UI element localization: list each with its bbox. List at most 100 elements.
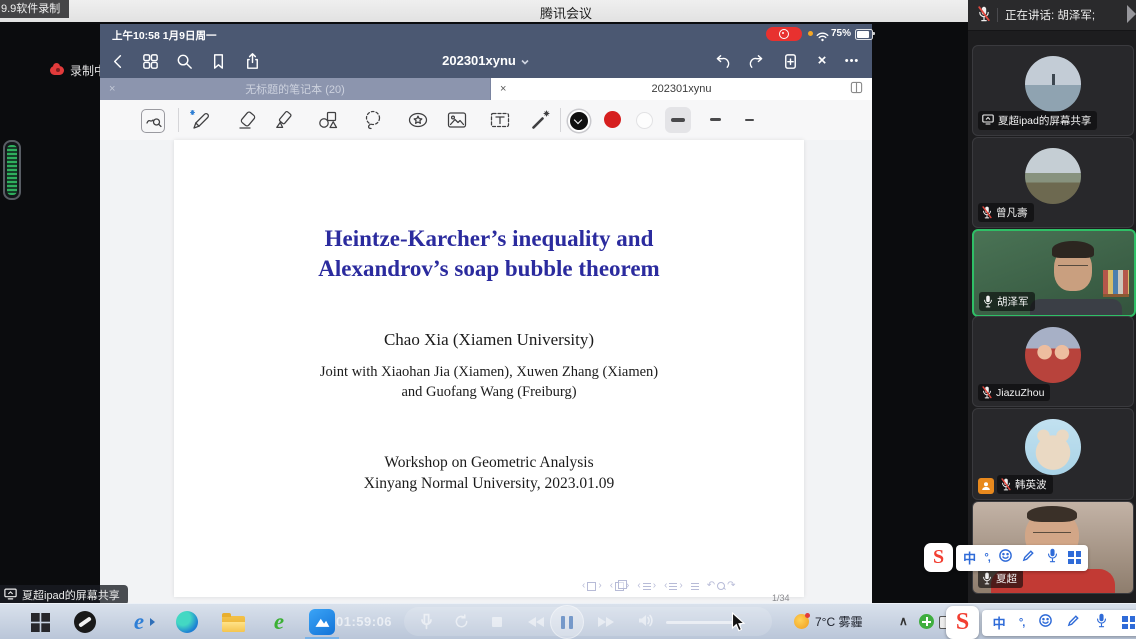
meeting-main-stage: 录制中 上午10:58 1月9日周一 75%	[0, 22, 968, 603]
weather-widget[interactable]: 7°C 雾霾	[794, 613, 862, 630]
taskbar-app-meeting-icon[interactable]	[309, 609, 335, 635]
color-swatch-black[interactable]	[568, 110, 590, 132]
recorder-volume-slider[interactable]	[666, 621, 738, 624]
eraser-tool-icon[interactable]	[236, 109, 258, 131]
participant-tile[interactable]: 韩英波	[972, 408, 1134, 500]
redo-icon[interactable]	[746, 51, 766, 71]
ime-floating-bar: S 中 °,	[924, 543, 1088, 572]
ime-language-toggle[interactable]: 中	[993, 613, 1006, 632]
close-icon[interactable]: ×	[812, 51, 832, 71]
ime-voice-icon[interactable]	[1094, 613, 1109, 633]
recording-timer: 01:59:06	[336, 614, 392, 629]
recorder-watermark: 9.9软件录制	[0, 0, 69, 18]
undo-icon[interactable]	[712, 51, 732, 71]
taskbar-app-explorer-icon[interactable]	[220, 609, 246, 635]
color-swatch-white[interactable]	[636, 112, 653, 129]
avatar	[1025, 56, 1081, 112]
ipad-datetime: 上午10:58 1月9日周一	[112, 28, 216, 43]
sogou-logo-icon[interactable]: S	[946, 606, 979, 639]
participant-name: 夏超	[996, 571, 1017, 586]
recording-status: 录制中	[50, 62, 106, 79]
tab-202301xynu[interactable]: × 202301xynu	[491, 78, 872, 100]
stroke-width-thick[interactable]	[665, 107, 691, 133]
tab-close-icon[interactable]: ×	[500, 83, 506, 95]
mouse-cursor	[731, 612, 746, 638]
ime-pen-icon[interactable]	[1066, 613, 1081, 633]
sticker-tool-icon[interactable]	[407, 109, 429, 131]
pen-tool-icon[interactable]	[189, 109, 211, 131]
more-options-icon[interactable]: •••	[842, 51, 862, 71]
mic-on-icon	[982, 572, 992, 585]
mic-muted-icon	[982, 206, 992, 219]
color-swatch-red[interactable]	[604, 111, 621, 128]
ime-punctuation-toggle[interactable]: °,	[1019, 617, 1024, 629]
recorder-forward-icon[interactable]	[598, 617, 614, 627]
screen-share-label: 夏超ipad的屏幕共享	[0, 585, 128, 605]
participant-tile-screen-share[interactable]: 夏超ipad的屏幕共享	[972, 45, 1134, 136]
ime-emoji-icon[interactable]	[1038, 613, 1053, 633]
mic-muted-icon	[982, 386, 992, 399]
taskbar-app-edge-icon[interactable]	[174, 609, 200, 635]
tray-antivirus-icon[interactable]	[919, 614, 934, 629]
recorder-volume-icon[interactable]	[638, 613, 654, 633]
participant-name: 夏超ipad的屏幕共享	[998, 113, 1091, 128]
add-page-icon[interactable]	[780, 51, 800, 71]
recorder-stop-icon[interactable]	[492, 617, 502, 627]
notes-app-navbar: 202301xynu × •••	[100, 44, 872, 78]
laser-pointer-icon[interactable]	[530, 109, 552, 131]
ime-emoji-icon[interactable]	[998, 548, 1013, 568]
start-button[interactable]	[27, 609, 53, 635]
ime-pen-icon[interactable]	[1021, 548, 1036, 568]
ime-language-toggle[interactable]: 中	[963, 548, 976, 567]
lasso-tool-icon[interactable]	[362, 109, 384, 131]
ime-taskbar-bar: S 中 °,	[946, 606, 1136, 639]
read-mode-icon[interactable]	[141, 109, 165, 133]
taskbar-app-ie-icon[interactable]: e	[126, 609, 152, 635]
ime-punctuation-toggle[interactable]: °,	[984, 552, 989, 564]
ime-toolbox-icon[interactable]	[1122, 616, 1135, 629]
recorder-rewind-icon[interactable]	[528, 617, 544, 627]
taskbar-app-360browser-icon[interactable]: e	[266, 609, 292, 635]
participant-name: 胡泽军	[997, 294, 1029, 309]
document-canvas: Heintze-Karcher’s inequality and Alexand…	[100, 140, 872, 603]
tab-untitled-notebook[interactable]: × 无标题的笔记本 (20)	[100, 78, 491, 100]
highlighter-tool-icon[interactable]	[272, 109, 294, 131]
participant-tile[interactable]: 曾凡壽	[972, 137, 1134, 228]
recorder-pause-icon[interactable]	[550, 605, 584, 639]
video-person	[1030, 299, 1122, 315]
screen-recording-pill[interactable]	[766, 27, 802, 41]
menu-bar: 腾讯会议	[0, 0, 968, 23]
sogou-logo-icon[interactable]: S	[924, 543, 953, 572]
slide-joint-authors: Joint with Xiaohan Jia (Xiamen), Xuwen Z…	[174, 362, 804, 402]
participant-name: 曾凡壽	[996, 205, 1028, 220]
shapes-tool-icon[interactable]	[317, 109, 339, 131]
tab-title: 202301xynu	[652, 83, 712, 95]
ime-voice-icon[interactable]	[1045, 548, 1060, 568]
notebook-tabstrip: × 无标题的笔记本 (20) × 202301xynu	[100, 78, 872, 100]
taskbar-flyout-arrow-icon[interactable]	[150, 618, 155, 626]
text-tool-icon[interactable]	[489, 109, 511, 131]
recorder-restart-icon[interactable]	[454, 614, 469, 634]
stroke-width-thin[interactable]	[745, 119, 754, 122]
avatar	[1025, 327, 1081, 383]
pdf-navigation-controls[interactable]: ‹› ‹› ‹› ‹› ↶↷	[582, 581, 740, 591]
participant-tile-active-speaker[interactable]: 胡泽军	[972, 229, 1136, 317]
collapse-sidebar-icon[interactable]	[1127, 5, 1136, 23]
taskbar-app-recorder-icon[interactable]	[72, 609, 98, 635]
tray-expand-icon[interactable]: ∧	[899, 614, 908, 628]
host-badge-icon	[978, 478, 994, 494]
participant-tile[interactable]: JiazuZhou	[972, 316, 1134, 407]
page-view-icon[interactable]	[850, 81, 863, 97]
slide-page: Heintze-Karcher’s inequality and Alexand…	[174, 140, 804, 597]
monitor-icon	[4, 588, 17, 603]
ime-toolbox-icon[interactable]	[1068, 551, 1081, 564]
avatar	[1025, 148, 1081, 204]
screen-share-icon	[982, 114, 994, 128]
recorder-mic-icon[interactable]	[420, 613, 433, 635]
tab-close-icon[interactable]: ×	[109, 83, 115, 95]
image-tool-icon[interactable]	[446, 109, 468, 131]
stroke-width-medium[interactable]	[710, 118, 721, 121]
speaking-now-label: 正在讲话: 胡泽军;	[1005, 7, 1095, 23]
meeting-app-title: 腾讯会议	[540, 3, 592, 22]
mic-muted-icon	[1001, 478, 1011, 491]
